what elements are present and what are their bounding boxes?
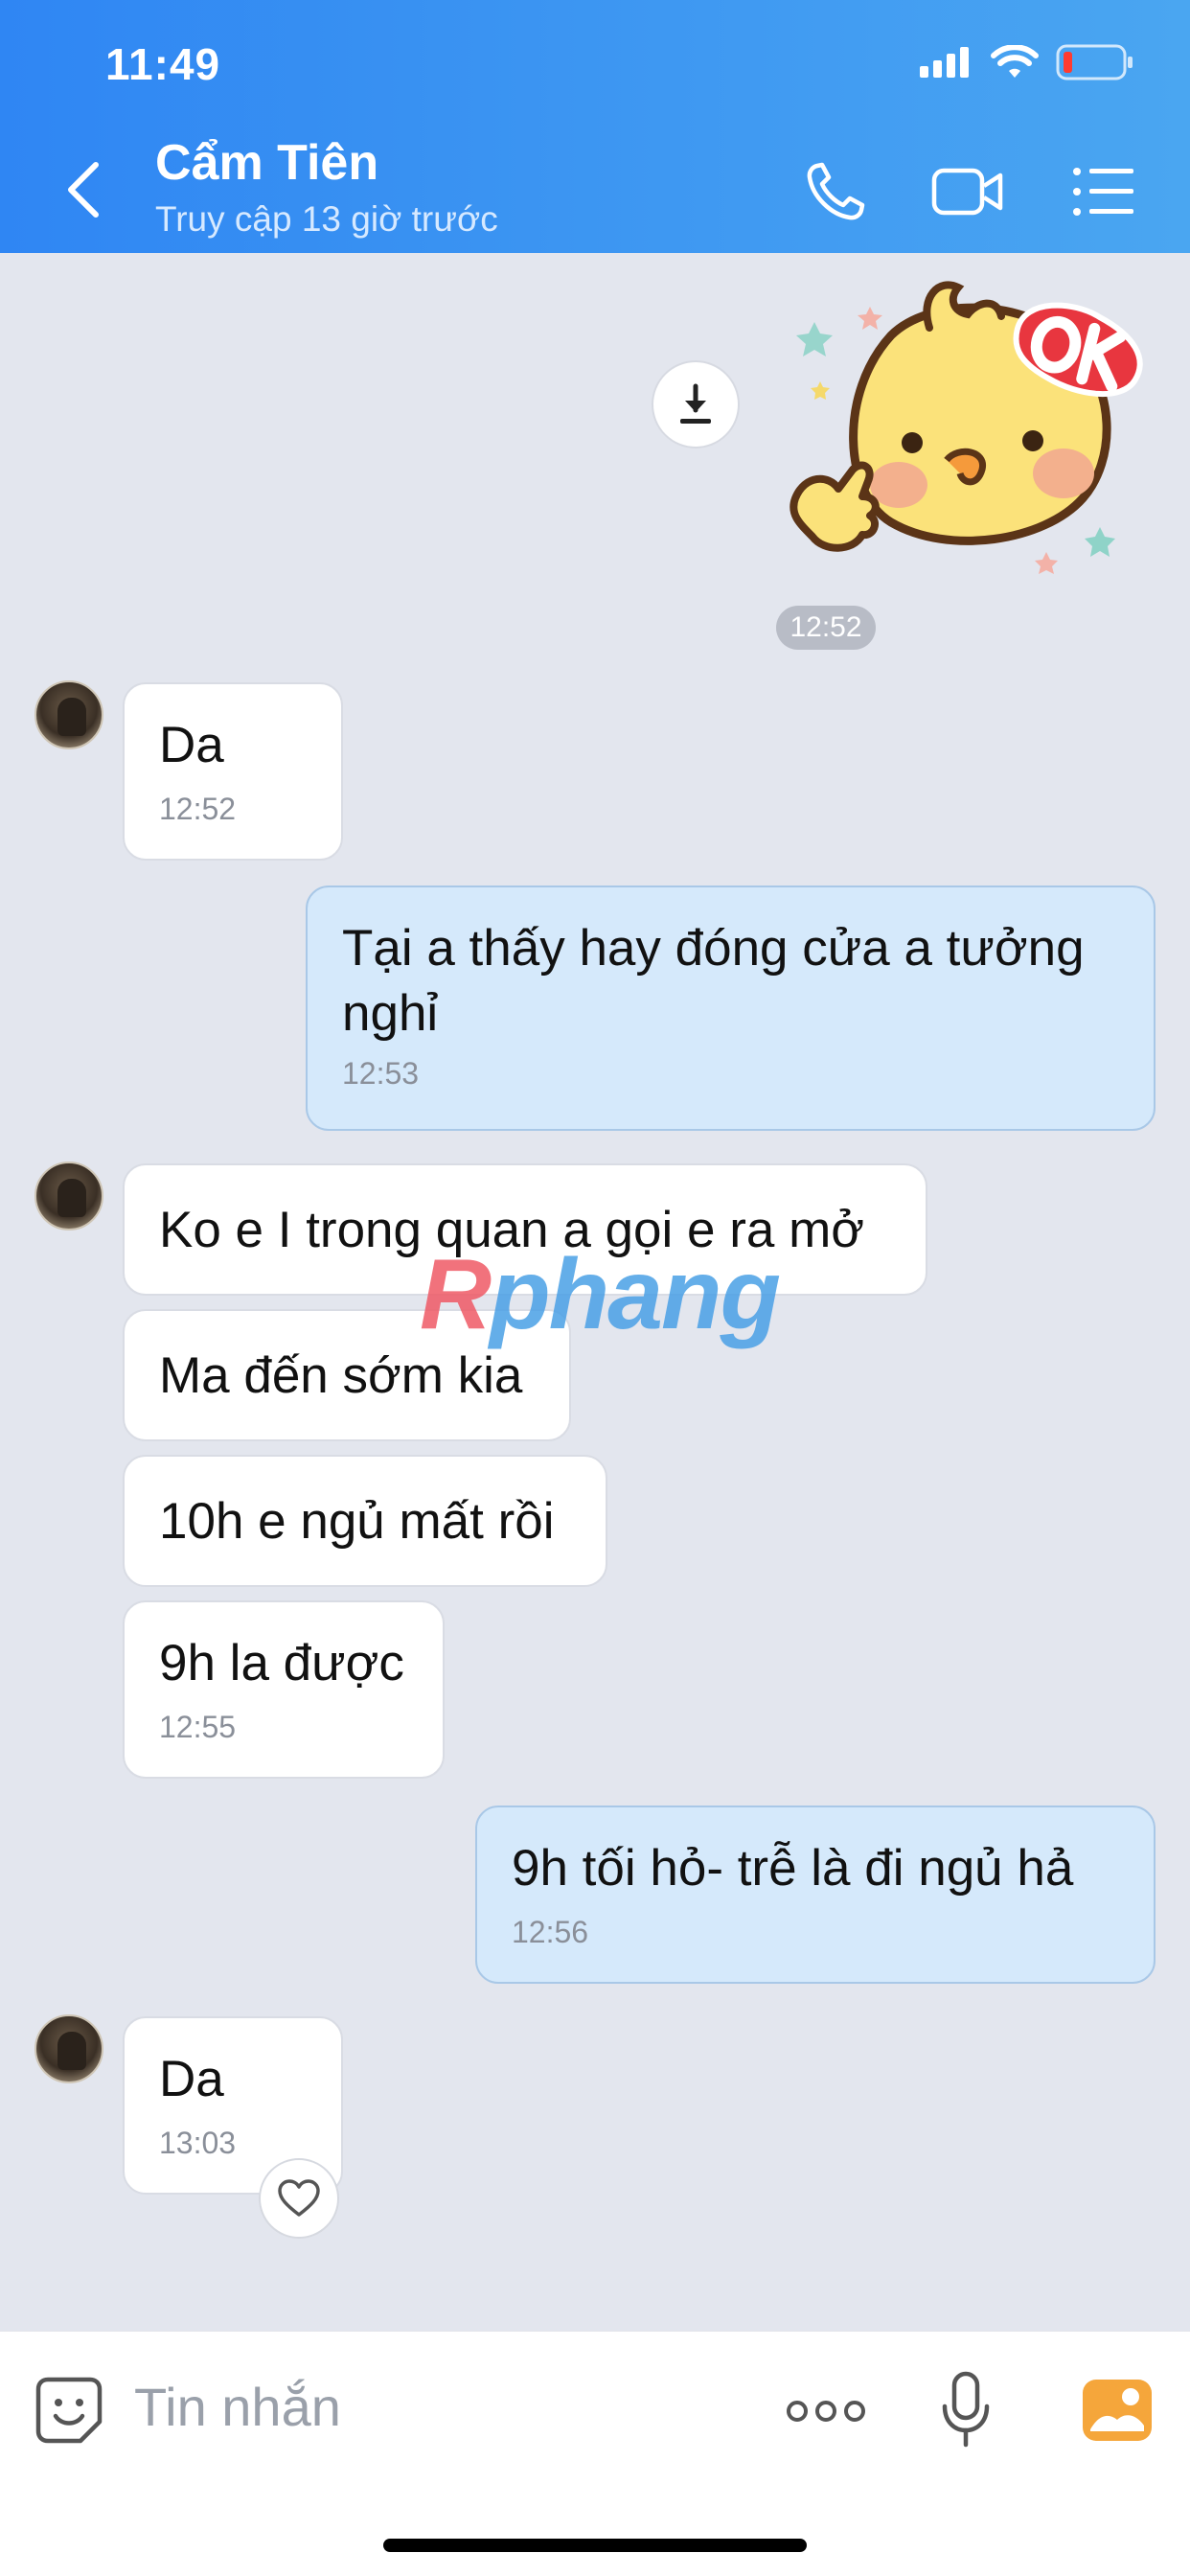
message-text: 10h e ngủ mất rồi — [159, 1493, 555, 1550]
message-text: 9h la được — [159, 1635, 404, 1691]
sticker-button[interactable] — [33, 2374, 105, 2447]
message-text: Da — [159, 2051, 224, 2107]
watermark-logo: Rphang — [420, 1238, 781, 1352]
last-seen-status: Truy cập 13 giờ trước — [155, 199, 498, 239]
call-button[interactable] — [797, 153, 874, 230]
more-button[interactable] — [786, 2389, 866, 2433]
react-button[interactable] — [259, 2158, 339, 2239]
mic-icon — [942, 2371, 990, 2448]
emoji-icon — [35, 2377, 103, 2444]
wifi-icon — [991, 45, 1039, 78]
outgoing-message[interactable]: Tại a thấy hay đóng cửa a tưởng nghỉ 12:… — [306, 886, 1156, 1131]
message-text: 9h tối hỏ- trễ là đi ngủ hả — [512, 1840, 1074, 1897]
download-icon — [680, 383, 711, 424]
message-time: 12:53 — [342, 1056, 420, 1091]
gallery-button[interactable] — [1081, 2374, 1154, 2447]
incoming-message[interactable]: 9h la được 12:55 — [123, 1600, 445, 1779]
menu-icon — [1073, 168, 1133, 216]
message-input-bar: Tin nhắn — [0, 2331, 1190, 2576]
status-time: 11:49 — [105, 39, 221, 89]
watermark-part1: R — [420, 1239, 492, 1350]
incoming-message[interactable]: Da 12:52 — [123, 682, 343, 861]
message-time: 12:55 — [159, 1710, 237, 1744]
video-call-button[interactable] — [929, 153, 1006, 230]
message-time: 12:56 — [512, 1915, 589, 1949]
chat-header: 11:49 Cẩm Tiên Truy cập 13 giờ trước — [0, 0, 1190, 253]
signal-icon — [920, 47, 969, 78]
message-time: 12:52 — [159, 792, 237, 826]
back-icon — [68, 162, 99, 218]
message-time-pill: 12:52 — [776, 606, 876, 650]
message-text: Tại a thấy hay đóng cửa a tưởng nghỉ — [342, 920, 1085, 1042]
message-time: 13:03 — [159, 2126, 237, 2160]
outgoing-message[interactable]: 9h tối hỏ- trễ là đi ngủ hả 12:56 — [475, 1806, 1156, 1984]
back-button[interactable] — [59, 159, 107, 220]
message-text: Ma đến sớm kia — [159, 1347, 523, 1404]
voice-button[interactable] — [937, 2370, 995, 2450]
home-indicator — [383, 2539, 807, 2552]
status-icons — [920, 44, 1134, 80]
watermark-part2: phang — [490, 1239, 781, 1350]
gallery-icon — [1083, 2380, 1152, 2441]
phone-icon — [807, 162, 865, 220]
incoming-message[interactable]: 10h e ngủ mất rồi — [123, 1455, 607, 1587]
message-text: Da — [159, 717, 224, 773]
download-button[interactable] — [652, 360, 740, 448]
avatar[interactable] — [34, 680, 103, 749]
contact-name[interactable]: Cẩm Tiên — [155, 134, 378, 192]
battery-icon — [1056, 44, 1133, 80]
avatar[interactable] — [34, 2014, 103, 2083]
heart-icon — [278, 2179, 320, 2217]
more-icon — [787, 2401, 865, 2422]
options-button[interactable] — [1065, 153, 1142, 230]
message-input[interactable]: Tin nhắn — [134, 2376, 341, 2438]
video-icon — [931, 168, 1003, 216]
avatar[interactable] — [34, 1162, 103, 1230]
ok-chick-sticker[interactable] — [786, 268, 1159, 585]
